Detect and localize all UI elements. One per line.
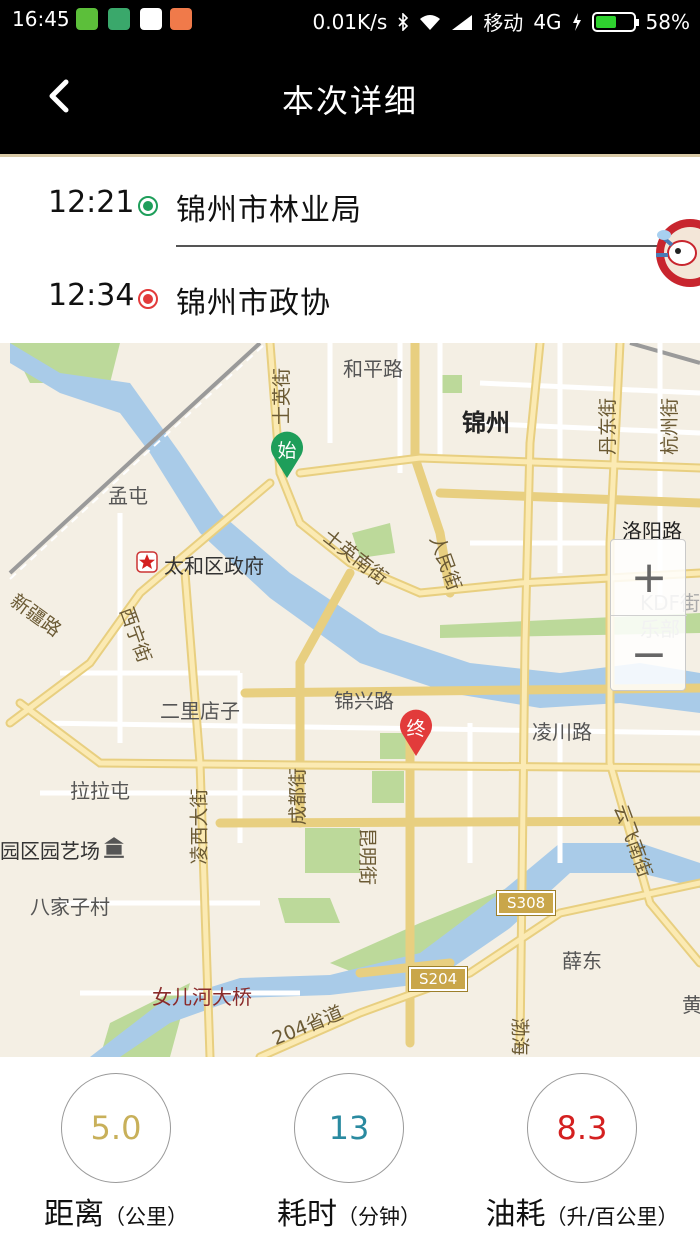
status-time: 16:45 (12, 7, 70, 31)
trip-end-row: 12:34 锦州市政协 (0, 266, 700, 326)
bluetooth-icon (398, 12, 409, 31)
map-label-lingchuan-road: 凌川路 (532, 720, 592, 744)
zoom-in-button[interactable]: + (611, 540, 687, 616)
map-label-lalatun: 拉拉屯 (70, 779, 130, 803)
signal-icon (452, 14, 473, 30)
map-label-taihe-gov: 太和区政府 (164, 554, 264, 578)
start-time: 12:21 (48, 185, 135, 220)
trip-divider (176, 245, 700, 247)
end-dot-icon (138, 289, 158, 309)
map-label-kunming-street: 昆明街 (356, 827, 379, 886)
charging-icon (572, 12, 581, 31)
end-place: 锦州市政协 (176, 286, 331, 321)
status-bar: 16:45 0.01K/s 移动 4G 58% (0, 0, 700, 40)
map-label-heping-road: 和平路 (343, 357, 403, 381)
zoom-controls: + − (610, 539, 687, 692)
map-label-shiying-street: 士英街 (271, 367, 294, 426)
app-notification-icon (170, 8, 192, 30)
stat-duration: 13 耗时（分钟） (239, 1073, 459, 1243)
government-star-icon (136, 551, 158, 573)
app-header: 本次详细 (0, 40, 700, 154)
map-label-garden: 园区园艺场 (0, 839, 100, 863)
end-marker-label: 终 (406, 718, 426, 740)
map-label-dandong-street: 丹东街 (597, 397, 620, 456)
trip-summary: 12:21 锦州市林业局 12:34 锦州市政协 (0, 157, 700, 343)
map-label-mengtun: 孟屯 (108, 484, 148, 508)
map-label-huang: 黄 (682, 993, 700, 1017)
trip-start-row: 12:21 锦州市林业局 (0, 173, 700, 233)
mascot-icon[interactable] (652, 205, 700, 301)
duration-unit: （分钟） (337, 1205, 421, 1229)
network-type: 4G (533, 9, 562, 34)
distance-label: 距离 (44, 1197, 104, 1232)
zoom-out-button[interactable]: − (611, 616, 687, 692)
map-label-erlidianzi: 二里店子 (160, 699, 240, 723)
map-label-bajiazi: 八家子村 (30, 895, 110, 919)
map-label-hangzhou-street: 杭州街 (659, 397, 682, 456)
road-shield-s204: S204 (407, 966, 469, 992)
road-shield-s308: S308 (495, 890, 557, 916)
start-marker[interactable]: 始 (270, 431, 304, 479)
stat-fuel: 8.3 油耗（升/百公里） (472, 1073, 692, 1243)
duration-value: 13 (294, 1073, 404, 1183)
route-map[interactable]: 和平路 锦州 丹东街 杭州街 士英街 孟屯 洛阳路 太和区政府 士英南街 人民街… (0, 343, 700, 1057)
fuel-unit: （升/百公里） (545, 1205, 679, 1229)
shield-app-icon (108, 8, 130, 30)
trip-stats: 5.0 距离（公里） 13 耗时（分钟） 8.3 油耗（升/百公里） (0, 1057, 700, 1244)
duration-label: 耗时 (277, 1197, 337, 1232)
start-dot-icon (138, 196, 158, 216)
page-title: 本次详细 (281, 82, 418, 120)
network-speed: 0.01K/s (312, 9, 388, 34)
fuel-value: 8.3 (527, 1073, 637, 1183)
fuel-label: 油耗 (485, 1197, 546, 1232)
map-label-chengdu-street: 成都街 (287, 767, 310, 826)
start-marker-label: 始 (277, 440, 297, 462)
map-label-bohai: 渤海 (508, 1017, 531, 1056)
carrier-name: 移动 (483, 11, 524, 35)
stat-distance: 5.0 距离（公里） (6, 1073, 226, 1243)
map-label-xuedong: 薛东 (562, 949, 602, 973)
battery-saver-icon (76, 8, 98, 30)
map-label-jinzhou: 锦州 (462, 409, 510, 437)
distance-value: 5.0 (61, 1073, 171, 1183)
battery-percent: 58% (645, 9, 690, 34)
distance-unit: （公里） (104, 1205, 188, 1229)
end-marker[interactable]: 终 (399, 709, 433, 757)
building-icon (104, 837, 124, 858)
start-place: 锦州市林业局 (176, 193, 362, 228)
end-time: 12:34 (48, 278, 135, 313)
qq-icon (140, 8, 162, 30)
map-label-jinxing-road: 锦兴路 (334, 689, 394, 713)
map-label-nverhe-bridge: 女儿河大桥 (152, 985, 252, 1009)
wifi-icon (420, 14, 441, 30)
battery-icon (591, 11, 639, 32)
map-label-lingxi-street: 凌西大街 (188, 788, 211, 865)
